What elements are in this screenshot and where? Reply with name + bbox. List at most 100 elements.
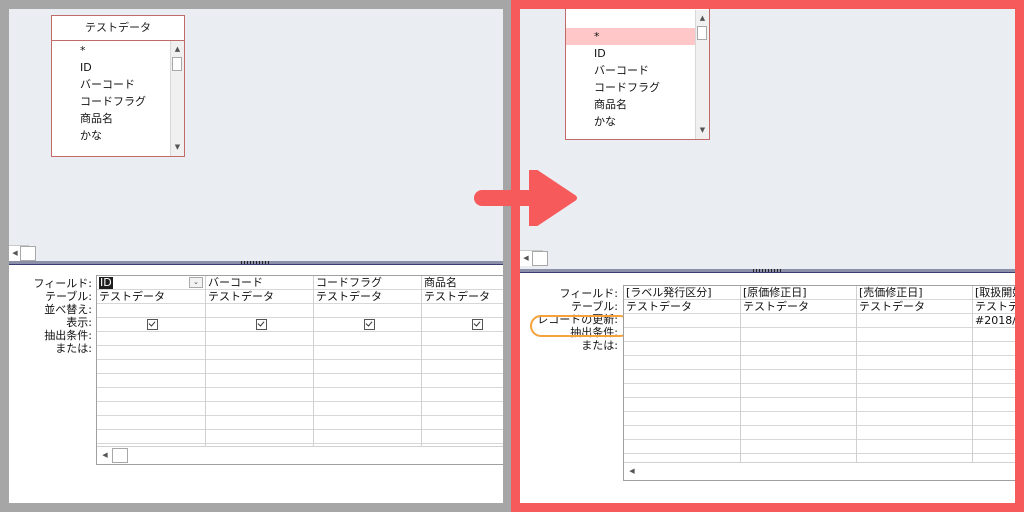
field-list-item[interactable]: ID xyxy=(566,45,695,62)
field-cell[interactable]: [原価修正日] xyxy=(741,286,857,300)
sort-cell[interactable] xyxy=(206,304,314,318)
scroll-left-icon[interactable]: ◀ xyxy=(520,252,532,264)
criteria-cell[interactable] xyxy=(97,360,205,374)
update-cell[interactable]: #2018/08 xyxy=(973,314,1015,328)
field-cell[interactable]: [ラベル発行区分] xyxy=(624,286,740,300)
criteria-cell[interactable] xyxy=(741,398,857,412)
table-field-list-box[interactable]: * ID バーコード コードフラグ 商品名 かな ▲ ▼ xyxy=(565,9,710,140)
table-cell[interactable]: テストデータ xyxy=(422,290,503,304)
table-cell[interactable]: テストデータ xyxy=(857,300,973,314)
criteria-cell[interactable] xyxy=(857,342,973,356)
pane-splitter[interactable] xyxy=(520,269,1015,273)
table-cell[interactable]: テストデータ xyxy=(97,290,205,304)
criteria-cell[interactable] xyxy=(741,412,857,426)
checkbox-checked-icon[interactable] xyxy=(471,319,483,330)
checkbox-checked-icon[interactable] xyxy=(255,319,267,330)
criteria-cell[interactable] xyxy=(973,370,1015,384)
criteria-cell[interactable] xyxy=(314,332,422,346)
grid-hscroll[interactable]: ◀ xyxy=(624,462,1015,480)
criteria-cell[interactable] xyxy=(741,370,857,384)
scroll-thumb[interactable] xyxy=(112,448,128,463)
query-design-grid[interactable]: ◀ [ラベル発行区分] テストデータ [原価修正日] テストデータ [売価修正日] テスト… xyxy=(623,285,1015,481)
criteria-cell[interactable] xyxy=(624,370,740,384)
criteria-cell[interactable] xyxy=(973,356,1015,370)
scroll-down-icon[interactable]: ▼ xyxy=(696,124,709,137)
scroll-down-icon[interactable]: ▼ xyxy=(171,141,184,154)
criteria-cell[interactable] xyxy=(857,398,973,412)
criteria-cell[interactable] xyxy=(422,360,503,374)
field-cell[interactable]: 商品名 xyxy=(422,276,503,290)
field-list-item[interactable]: バーコード xyxy=(52,76,170,93)
query-design-grid[interactable]: ◀ ID ⌄ テストデータ バーコード テストデータ コードフラグ テストデータ 商品名 テスト… xyxy=(96,275,503,465)
dropdown-arrow-icon[interactable]: ⌄ xyxy=(189,277,203,288)
criteria-cell[interactable] xyxy=(973,412,1015,426)
field-cell[interactable]: [売価修正日] xyxy=(857,286,973,300)
criteria-cell[interactable] xyxy=(97,416,205,430)
criteria-cell[interactable] xyxy=(314,374,422,388)
scroll-up-icon[interactable]: ▲ xyxy=(171,43,184,56)
design-area-hscroll[interactable]: ◀ xyxy=(9,245,36,261)
sort-cell[interactable] xyxy=(97,304,205,318)
criteria-cell[interactable] xyxy=(857,370,973,384)
criteria-cell[interactable] xyxy=(741,356,857,370)
criteria-cell[interactable] xyxy=(624,412,740,426)
criteria-cell[interactable] xyxy=(206,374,314,388)
field-value[interactable]: ID xyxy=(99,277,113,289)
scroll-thumb[interactable] xyxy=(697,26,707,40)
criteria-cell[interactable] xyxy=(422,346,503,360)
scroll-up-icon[interactable]: ▲ xyxy=(696,12,709,25)
criteria-cell[interactable] xyxy=(741,328,857,342)
table-cell[interactable]: テストデ xyxy=(973,300,1015,314)
table-cell[interactable]: テストデータ xyxy=(314,290,422,304)
criteria-cell[interactable] xyxy=(206,360,314,374)
criteria-cell[interactable] xyxy=(97,374,205,388)
field-list-item[interactable]: 商品名 xyxy=(52,110,170,127)
criteria-cell[interactable] xyxy=(624,356,740,370)
criteria-cell[interactable] xyxy=(973,328,1015,342)
criteria-cell[interactable] xyxy=(973,398,1015,412)
grid-hscroll[interactable]: ◀ xyxy=(97,446,503,464)
field-cell[interactable]: バーコード xyxy=(206,276,314,290)
scroll-thumb[interactable] xyxy=(20,246,36,261)
criteria-cell[interactable] xyxy=(314,430,422,444)
criteria-cell[interactable] xyxy=(741,440,857,454)
criteria-cell[interactable] xyxy=(624,384,740,398)
criteria-cell[interactable] xyxy=(97,332,205,346)
criteria-cell[interactable] xyxy=(314,346,422,360)
field-list-item[interactable]: コードフラグ xyxy=(566,79,695,96)
criteria-cell[interactable] xyxy=(206,430,314,444)
update-cell[interactable] xyxy=(624,314,740,328)
field-list-item[interactable]: バーコード xyxy=(566,62,695,79)
criteria-cell[interactable] xyxy=(422,374,503,388)
criteria-cell[interactable] xyxy=(624,440,740,454)
scroll-thumb[interactable] xyxy=(172,57,182,71)
criteria-cell[interactable] xyxy=(857,440,973,454)
criteria-cell[interactable] xyxy=(206,346,314,360)
criteria-cell[interactable] xyxy=(422,388,503,402)
update-cell[interactable] xyxy=(857,314,973,328)
show-cell[interactable] xyxy=(422,318,503,332)
table-cell[interactable]: テストデータ xyxy=(206,290,314,304)
table-cell[interactable]: テストデータ xyxy=(624,300,740,314)
checkbox-checked-icon[interactable] xyxy=(146,319,158,330)
field-list-item[interactable]: コードフラグ xyxy=(52,93,170,110)
criteria-cell[interactable] xyxy=(314,388,422,402)
sort-cell[interactable] xyxy=(422,304,503,318)
criteria-cell[interactable] xyxy=(206,402,314,416)
criteria-cell[interactable] xyxy=(314,402,422,416)
sort-cell[interactable] xyxy=(314,304,422,318)
criteria-cell[interactable] xyxy=(857,412,973,426)
field-cell[interactable]: ID ⌄ xyxy=(97,276,205,290)
field-cell[interactable]: [取扱開始 xyxy=(973,286,1015,300)
table-cell[interactable]: テストデータ xyxy=(741,300,857,314)
field-list-scrollbar[interactable]: ▲ ▼ xyxy=(170,41,184,156)
criteria-cell[interactable] xyxy=(422,430,503,444)
scroll-left-icon[interactable]: ◀ xyxy=(626,465,638,477)
field-list-item[interactable]: * xyxy=(566,28,695,45)
criteria-cell[interactable] xyxy=(741,342,857,356)
show-cell[interactable] xyxy=(314,318,422,332)
criteria-cell[interactable] xyxy=(422,416,503,430)
criteria-cell[interactable] xyxy=(624,426,740,440)
show-cell[interactable] xyxy=(206,318,314,332)
criteria-cell[interactable] xyxy=(314,416,422,430)
